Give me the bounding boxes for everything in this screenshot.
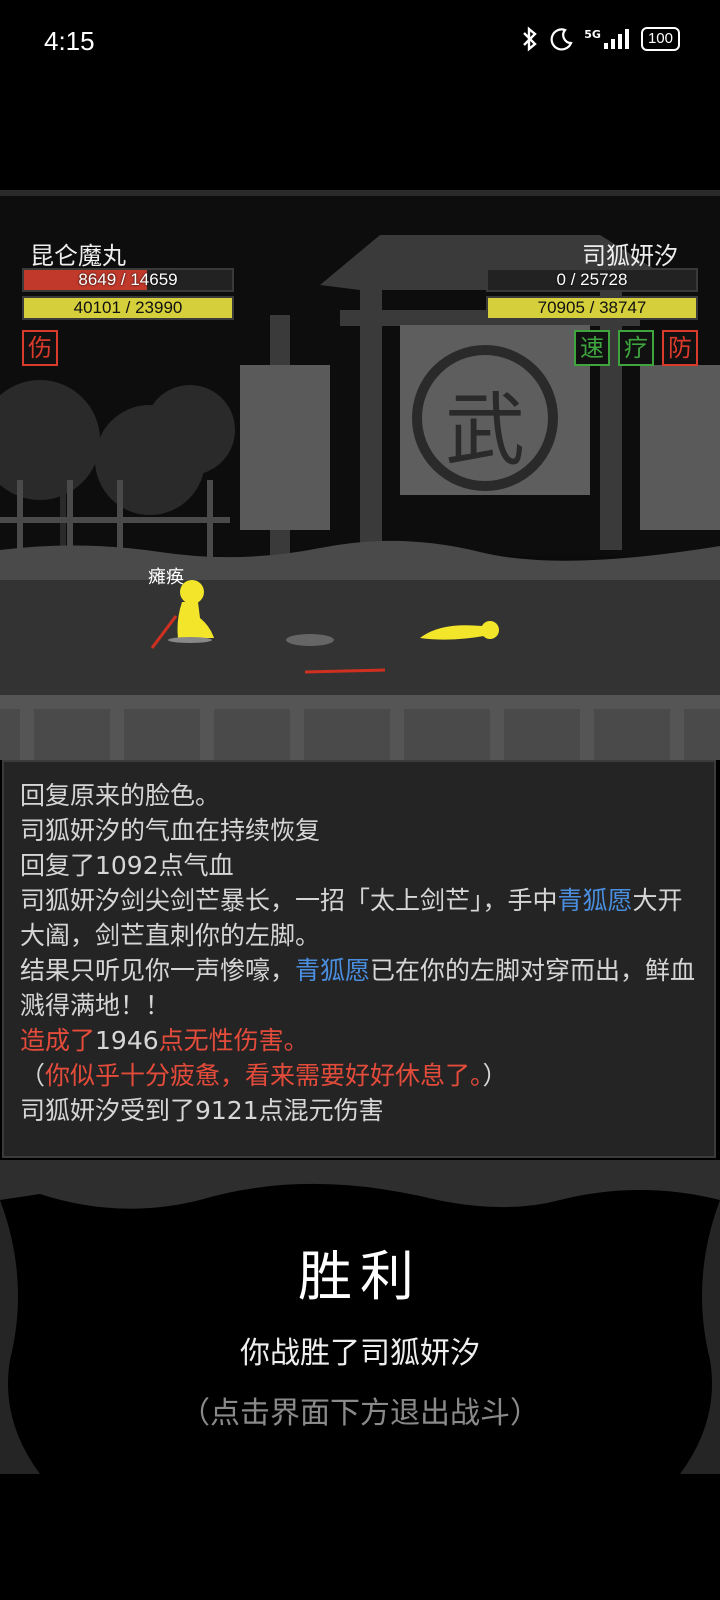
status-badge: 速 [574,330,610,366]
log-segment: 你似乎十分疲惫，看来需要好好休息了。 [45,1061,483,1090]
battle-scene: 瘫痪 武 昆仑魔丸 8649 / 14659 40101 / 23990 伤 司… [0,190,720,760]
log-line: 司狐妍汐的气血在持续恢复 [20,813,700,848]
enemy-hp-text: 0 / 25728 [556,270,628,289]
temple-glyph: 武 [445,384,525,477]
player-mp-text: 40101 / 23990 [73,298,183,317]
log-segment: 司狐妍汐剑尖剑芒暴长，一招「太上剑芒」，手中 [20,886,558,915]
combat-log[interactable]: 回复原来的脸色。司狐妍汐的气血在持续恢复 回复了1092点气血司狐妍汐剑尖剑芒暴长… [2,760,716,1158]
status-badge: 疗 [618,330,654,366]
log-segment: 回复了1092点气血 [20,851,234,880]
log-segment: 回复原来的脸色。 [20,781,221,810]
network-type-label: 5G [584,27,601,41]
enemy-name: 司狐妍汐 [582,242,678,270]
player-mp-bar: 40101 / 23990 [22,296,234,320]
enemy-hp-bar: 0 / 25728 [486,268,698,292]
log-segment: 青狐愿 [295,956,371,985]
player-status-effect: 瘫痪 [148,567,184,588]
log-segment: ） [482,1061,508,1090]
victory-panel[interactable]: 胜利 你战胜了司狐妍汐 （点击界面下方退出战斗） [0,1160,720,1474]
status-badge: 防 [662,330,698,366]
log-segment: 司狐妍汐的气血在持续恢复 [20,816,321,845]
log-segment: 青狐愿 [557,886,633,915]
log-segment: 1946 [95,1026,159,1055]
log-line: 结果只听见你一声惨嚎，青狐愿已在你的左脚对穿而出，鲜血溅得满地！！ [20,953,700,1023]
player-name: 昆仑魔丸 [30,242,126,270]
exit-hint: （点击界面下方退出战斗） [180,1396,540,1431]
log-segment: 司狐妍汐受到了9121点混元伤害 [20,1096,384,1125]
log-segment: （ [20,1061,46,1090]
log-segment: 结果只听见你一声惨嚎， [20,956,296,985]
log-segment: 造成了 [20,1026,96,1055]
victory-subtitle: 你战胜了司狐妍汐 [240,1336,480,1371]
log-line: 司狐妍汐受到了9121点混元伤害 [20,1093,700,1128]
combat-log-lines: 回复原来的脸色。司狐妍汐的气血在持续恢复 回复了1092点气血司狐妍汐剑尖剑芒暴长… [20,778,700,1128]
log-line: 回复了1092点气血 [20,848,700,883]
log-line: 造成了1946点无性伤害。 [20,1023,700,1058]
log-line: 司狐妍汐剑尖剑芒暴长，一招「太上剑芒」，手中青狐愿大开大阖，剑芒直刺你的左脚。 [20,883,700,953]
enemy-mp-bar: 70905 / 38747 [486,296,698,320]
do-not-disturb-moon-icon [550,28,573,51]
signal-icon [603,29,629,49]
status-bar: 4:15 5G 100 [0,0,720,84]
status-icons: 5G 100 [520,26,680,52]
log-line: （你似乎十分疲惫，看来需要好好休息了。） [20,1058,700,1093]
status-badge: 伤 [22,330,58,366]
log-line: 回复原来的脸色。 [20,778,700,813]
player-hp-text: 8649 / 14659 [78,270,178,289]
victory-title: 胜利 [298,1245,422,1308]
clock: 4:15 [44,26,95,56]
enemy-mp-text: 70905 / 38747 [537,298,647,317]
player-hp-bar: 8649 / 14659 [22,268,234,292]
log-segment: 点无性伤害。 [158,1026,309,1055]
battery-icon: 100 [640,27,680,51]
bluetooth-icon [523,26,538,52]
